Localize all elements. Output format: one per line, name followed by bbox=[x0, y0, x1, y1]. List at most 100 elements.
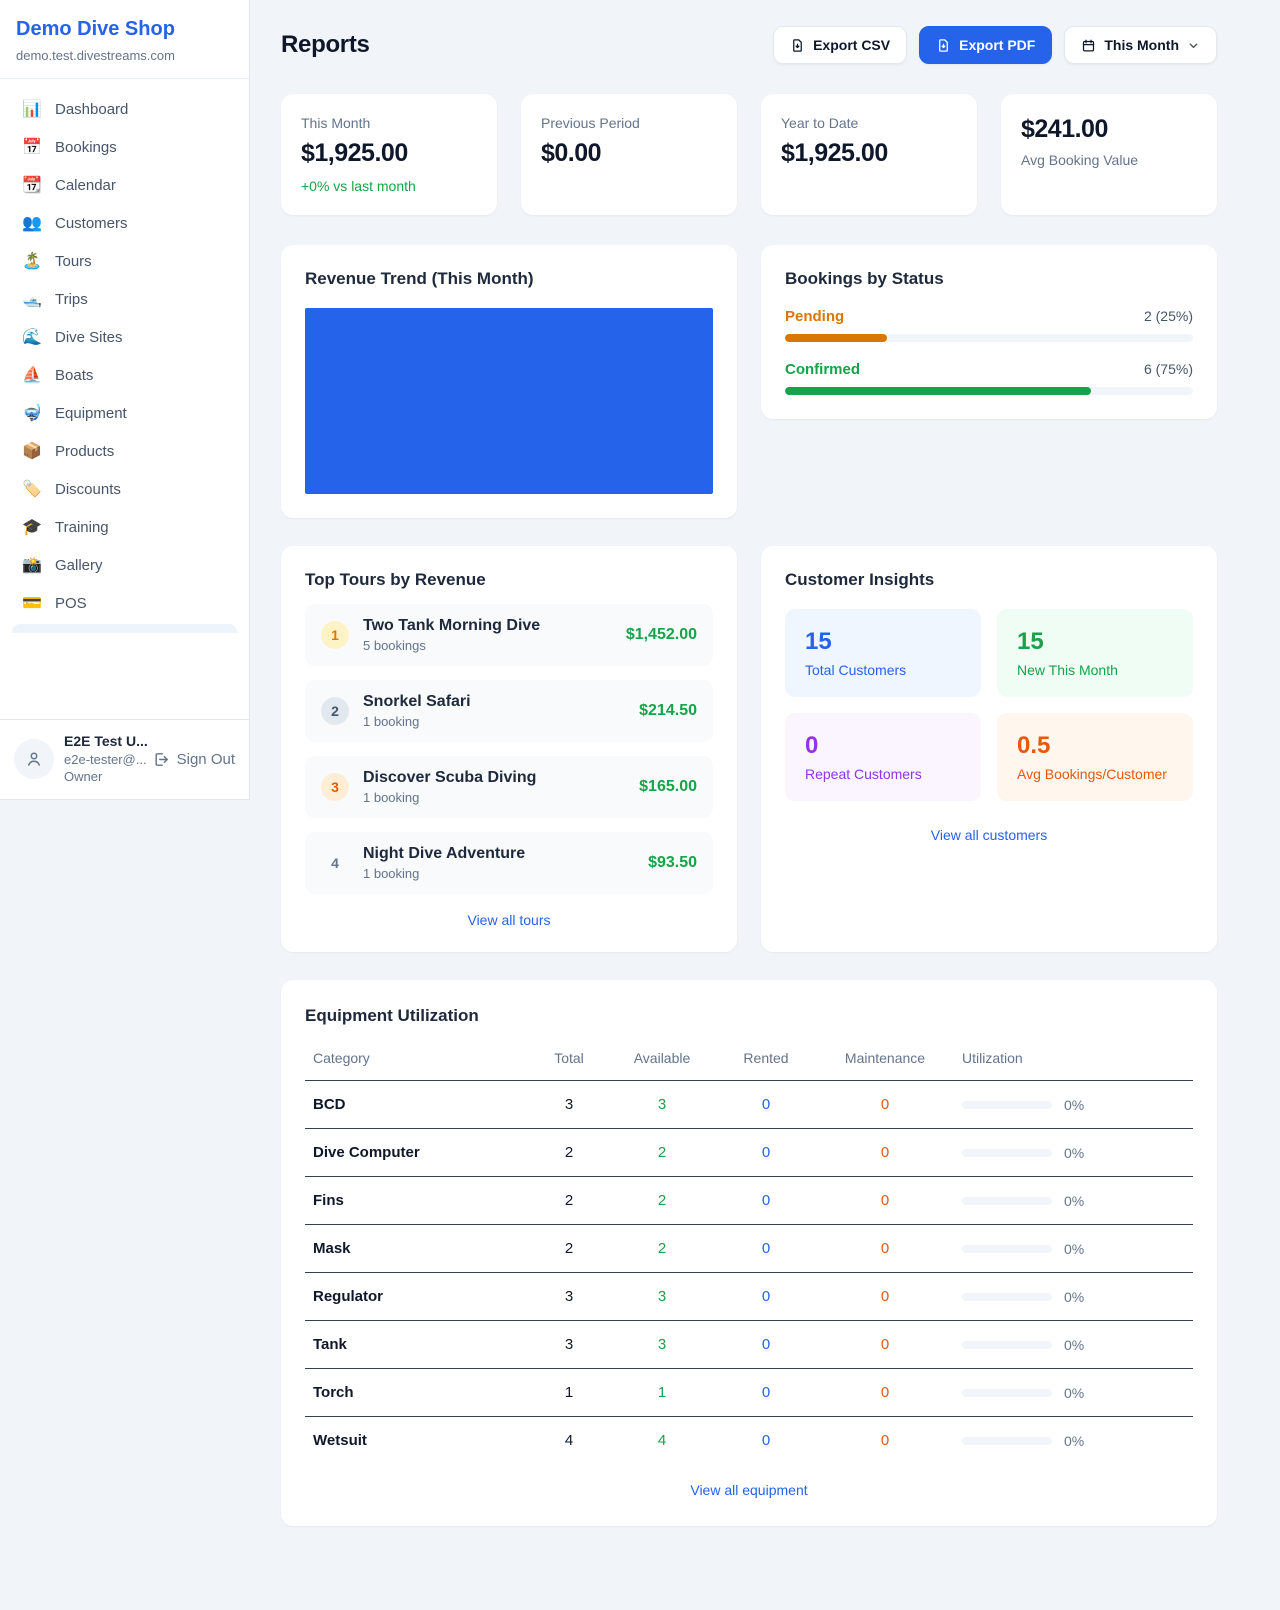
sidebar-item-calendar[interactable]: 📆 Calendar bbox=[8, 167, 241, 204]
insight-value: 0.5 bbox=[1017, 732, 1173, 760]
sidebar-item-gallery[interactable]: 📸 Gallery bbox=[8, 547, 241, 584]
stat-card-avg-booking-value: $241.00 Avg Booking Value bbox=[1001, 94, 1217, 215]
page-header: Reports Export CSV Export PDF This Month bbox=[281, 26, 1217, 64]
header-actions: Export CSV Export PDF This Month bbox=[773, 26, 1217, 64]
period-selector[interactable]: This Month bbox=[1064, 26, 1217, 64]
motorboat-icon: 🛥️ bbox=[22, 292, 42, 308]
sidebar-nav: 📊 Dashboard 📅 Bookings 📆 Calendar 👥 Cust… bbox=[0, 79, 249, 719]
status-bar-fill bbox=[785, 387, 1091, 395]
insight-grid: 15 Total Customers 15 New This Month 0 R… bbox=[785, 609, 1193, 801]
sidebar: Demo Dive Shop demo.test.divestreams.com… bbox=[0, 0, 250, 800]
bookings-by-status-title: Bookings by Status bbox=[785, 269, 1193, 289]
export-csv-button[interactable]: Export CSV bbox=[773, 26, 907, 64]
wave-icon: 🌊 bbox=[22, 330, 42, 346]
sign-out-label: Sign Out bbox=[177, 751, 235, 768]
tour-bookings: 5 bookings bbox=[363, 638, 540, 653]
utilization-pct: 0% bbox=[1064, 1289, 1084, 1305]
equipment-utilization-title: Equipment Utilization bbox=[305, 1006, 1193, 1026]
sidebar-item-equipment[interactable]: 🤿 Equipment bbox=[8, 395, 241, 432]
sidebar-item-reports-partial[interactable] bbox=[12, 624, 237, 633]
col-total: Total bbox=[530, 1040, 608, 1081]
top-tours-card: Top Tours by Revenue 1 Two Tank Morning … bbox=[281, 546, 737, 952]
credit-card-icon: 💳 bbox=[22, 596, 42, 612]
equipment-row-wetsuit: Wetsuit 4 4 0 0 0% bbox=[305, 1417, 1193, 1465]
stat-value: $0.00 bbox=[541, 139, 717, 168]
sidebar-item-training[interactable]: 🎓 Training bbox=[8, 509, 241, 546]
view-all-tours-link[interactable]: View all tours bbox=[305, 912, 713, 928]
user-role: Owner bbox=[64, 768, 143, 786]
tour-amount: $1,452.00 bbox=[626, 626, 697, 644]
export-csv-label: Export CSV bbox=[813, 37, 890, 53]
stat-card-this-month: This Month $1,925.00 +0% vs last month bbox=[281, 94, 497, 215]
utilization-pct: 0% bbox=[1064, 1337, 1084, 1353]
stat-card-year-to-date: Year to Date $1,925.00 bbox=[761, 94, 977, 215]
sidebar-item-discounts[interactable]: 🏷️ Discounts bbox=[8, 471, 241, 508]
tour-row-3[interactable]: 3 Discover Scuba Diving 1 booking $165.0… bbox=[305, 756, 713, 818]
tour-amount: $214.50 bbox=[639, 702, 697, 720]
rank-badge: 1 bbox=[321, 621, 349, 649]
sidebar-item-customers[interactable]: 👥 Customers bbox=[8, 205, 241, 242]
sidebar-item-trips[interactable]: 🛥️ Trips bbox=[8, 281, 241, 318]
revenue-trend-chart bbox=[305, 308, 713, 494]
status-row-pending: Pending 2 (25%) bbox=[785, 308, 1193, 342]
sidebar-item-dashboard[interactable]: 📊 Dashboard bbox=[8, 91, 241, 128]
view-all-customers-link[interactable]: View all customers bbox=[785, 827, 1193, 843]
tour-name: Discover Scuba Diving bbox=[363, 769, 536, 787]
sidebar-item-tours[interactable]: 🏝️ Tours bbox=[8, 243, 241, 280]
sidebar-item-pos[interactable]: 💳 POS bbox=[8, 585, 241, 622]
tour-row-1[interactable]: 1 Two Tank Morning Dive 5 bookings $1,45… bbox=[305, 604, 713, 666]
equipment-row-bcd: BCD 3 3 0 0 0% bbox=[305, 1081, 1193, 1129]
user-name: E2E Test U... bbox=[64, 733, 143, 749]
tour-name: Night Dive Adventure bbox=[363, 845, 525, 863]
equipment-row-tank: Tank 3 3 0 0 0% bbox=[305, 1321, 1193, 1369]
rank-badge: 3 bbox=[321, 773, 349, 801]
utilization-bar bbox=[962, 1293, 1052, 1301]
sidebar-item-label: Gallery bbox=[55, 557, 103, 574]
sidebar-item-bookings[interactable]: 📅 Bookings bbox=[8, 129, 241, 166]
col-maintenance: Maintenance bbox=[816, 1040, 954, 1081]
tour-row-4[interactable]: 4 Night Dive Adventure 1 booking $93.50 bbox=[305, 832, 713, 894]
dashboard-icon: 📊 bbox=[22, 102, 42, 118]
tour-amount: $165.00 bbox=[639, 778, 697, 796]
bookings-by-status-card: Bookings by Status Pending 2 (25%) Confi… bbox=[761, 245, 1217, 419]
person-icon bbox=[25, 750, 43, 768]
export-pdf-button[interactable]: Export PDF bbox=[919, 26, 1052, 64]
utilization-bar bbox=[962, 1389, 1052, 1397]
insights-row: Top Tours by Revenue 1 Two Tank Morning … bbox=[281, 546, 1217, 952]
stat-label: Year to Date bbox=[781, 115, 957, 131]
sidebar-item-dive-sites[interactable]: 🌊 Dive Sites bbox=[8, 319, 241, 356]
stat-label: Avg Booking Value bbox=[1021, 152, 1197, 168]
status-row-confirmed: Confirmed 6 (75%) bbox=[785, 361, 1193, 395]
sidebar-item-boats[interactable]: ⛵ Boats bbox=[8, 357, 241, 394]
insight-value: 15 bbox=[1017, 628, 1173, 656]
sign-out-button[interactable]: Sign Out bbox=[153, 751, 235, 768]
tour-name: Snorkel Safari bbox=[363, 693, 471, 711]
view-all-equipment-link[interactable]: View all equipment bbox=[305, 1482, 1193, 1498]
user-email: e2e-tester@... bbox=[64, 751, 143, 769]
equipment-row-mask: Mask 2 2 0 0 0% bbox=[305, 1225, 1193, 1273]
customer-insights-card: Customer Insights 15 Total Customers 15 … bbox=[761, 546, 1217, 952]
top-tours-title: Top Tours by Revenue bbox=[305, 570, 713, 590]
tour-bookings: 1 booking bbox=[363, 714, 471, 729]
utilization-bar bbox=[962, 1245, 1052, 1253]
insight-label: Total Customers bbox=[805, 662, 961, 678]
charts-row: Revenue Trend (This Month) Bookings by S… bbox=[281, 245, 1217, 518]
calendar-date-icon: 📅 bbox=[22, 140, 42, 156]
equipment-utilization-card: Equipment Utilization Category Total Ava… bbox=[281, 980, 1217, 1526]
calendar-icon: 📆 bbox=[22, 178, 42, 194]
col-category: Category bbox=[305, 1040, 530, 1081]
sidebar-item-label: Tours bbox=[55, 253, 92, 270]
people-icon: 👥 bbox=[22, 216, 42, 232]
stat-card-previous-period: Previous Period $0.00 bbox=[521, 94, 737, 215]
sidebar-item-label: Customers bbox=[55, 215, 128, 232]
tour-row-2[interactable]: 2 Snorkel Safari 1 booking $214.50 bbox=[305, 680, 713, 742]
col-available: Available bbox=[608, 1040, 716, 1081]
insight-total-customers: 15 Total Customers bbox=[785, 609, 981, 697]
tag-icon: 🏷️ bbox=[22, 482, 42, 498]
sidebar-item-products[interactable]: 📦 Products bbox=[8, 433, 241, 470]
status-bar-track bbox=[785, 334, 1193, 342]
insight-value: 0 bbox=[805, 732, 961, 760]
rank-badge: 4 bbox=[321, 849, 349, 877]
file-download-icon bbox=[790, 38, 805, 53]
sidebar-item-label: Equipment bbox=[55, 405, 127, 422]
